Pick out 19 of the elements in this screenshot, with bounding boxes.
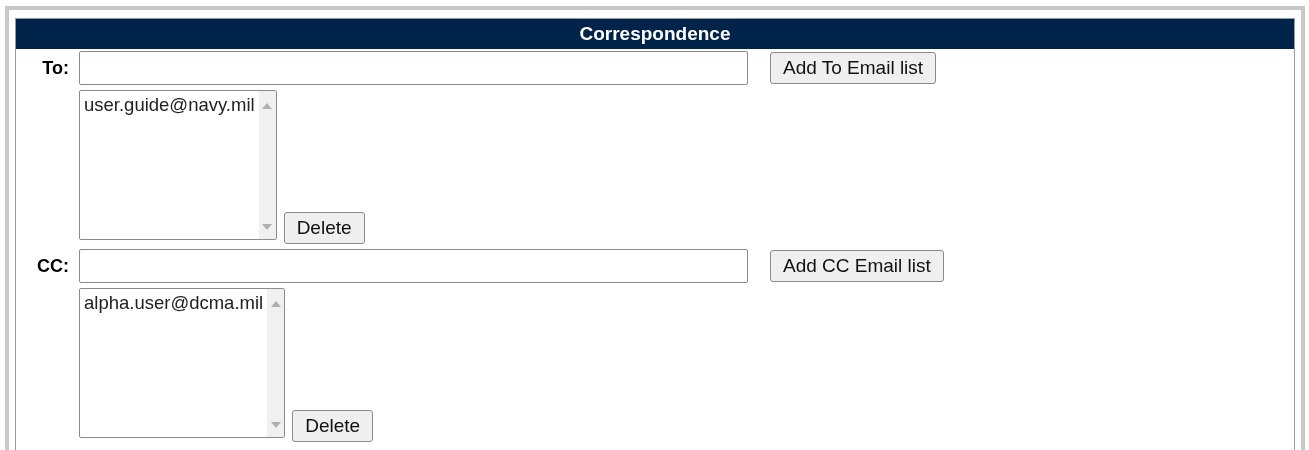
email-input-field[interactable] xyxy=(79,51,748,85)
email-list-item[interactable]: alpha.user@dcma.mil xyxy=(84,292,264,314)
add-email-button[interactable]: Add To Email list xyxy=(770,52,937,84)
delete-button[interactable]: Delete xyxy=(292,410,374,442)
scrollbar[interactable] xyxy=(267,289,285,437)
delete-button[interactable]: Delete xyxy=(283,212,365,244)
scroll-up-icon[interactable] xyxy=(270,301,281,307)
add-email-button[interactable]: Add CC Email list xyxy=(770,250,944,282)
section-header: Correspondence xyxy=(16,19,1294,49)
scroll-up-icon[interactable] xyxy=(262,103,273,109)
scrollbar[interactable] xyxy=(258,91,276,239)
email-list-item[interactable]: user.guide@navy.mil xyxy=(84,94,255,116)
email-list-box[interactable]: user.guide@navy.mil xyxy=(79,90,277,240)
scroll-down-icon[interactable] xyxy=(270,422,281,428)
scroll-down-icon[interactable] xyxy=(262,224,273,230)
email-list-box[interactable]: alpha.user@dcma.mil xyxy=(79,288,286,438)
email-input-field[interactable] xyxy=(79,249,748,283)
field-label: CC: xyxy=(36,255,70,277)
field-label: To: xyxy=(41,57,70,79)
